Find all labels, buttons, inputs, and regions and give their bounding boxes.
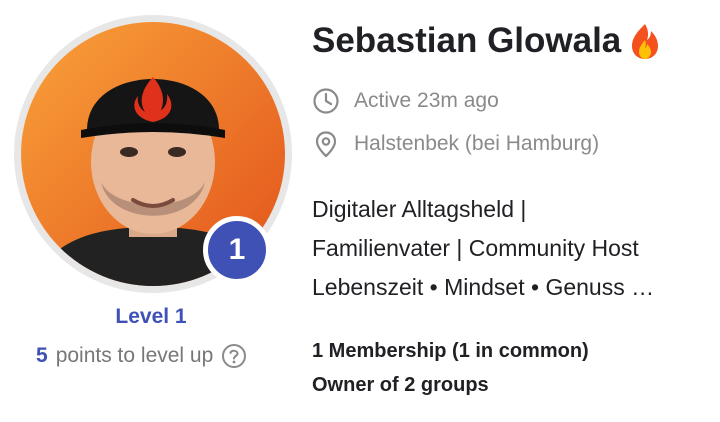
fire-icon: [632, 24, 659, 59]
question-circle-icon[interactable]: [221, 343, 247, 369]
clock-icon: [313, 88, 339, 114]
bio-line: Digitaler Alltagsheld |: [312, 196, 527, 222]
profile-name: Sebastian Glowala: [312, 21, 622, 60]
points-text: points to level up: [55, 344, 214, 367]
points-to-level-up: 5 points to level up: [36, 342, 247, 370]
level-badge: 1: [203, 216, 271, 284]
profile-bio: Digitaler Alltagsheld | Familienvater | …: [312, 190, 707, 307]
owned-groups-count[interactable]: Owner of 2 groups: [312, 374, 489, 397]
location-pin-icon: [315, 131, 337, 158]
active-status: Active 23m ago: [312, 86, 499, 116]
level-label: Level 1: [115, 305, 187, 328]
profile-header: Sebastian Glowala: [312, 16, 661, 66]
points-needed: 5: [36, 344, 48, 367]
active-status-text: Active 23m ago: [354, 89, 499, 112]
location: Halstenbek (bei Hamburg): [312, 129, 599, 159]
location-text: Halstenbek (bei Hamburg): [354, 132, 600, 155]
bio-line: Lebenszeit • Mindset • Genuss …: [312, 274, 655, 300]
bio-line: Familienvater | Community Host: [312, 235, 639, 261]
membership-count[interactable]: 1 Membership (1 in common): [312, 340, 589, 363]
